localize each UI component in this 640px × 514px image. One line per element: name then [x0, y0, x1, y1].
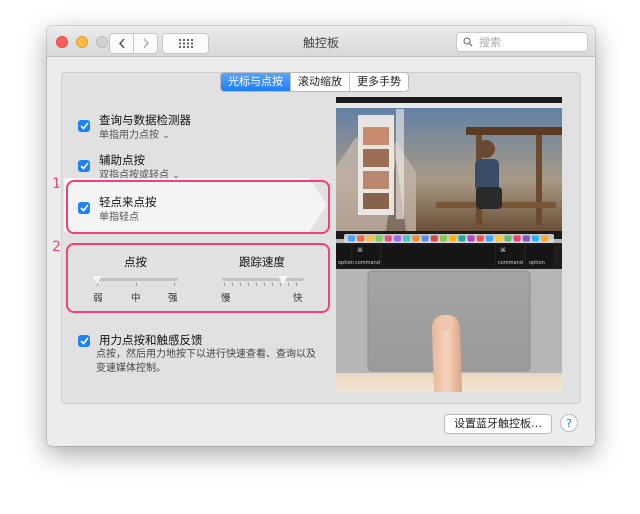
tracking-tick [240, 283, 241, 286]
click-tick [174, 283, 175, 286]
click-max-label: 强 [168, 293, 178, 304]
tracking-max-label: 快 [293, 293, 303, 304]
tracking-min-label: 慢 [221, 293, 231, 304]
tap-to-click-checkbox[interactable] [78, 202, 90, 214]
checkmark-icon [79, 122, 89, 130]
dock-app-icon [421, 235, 429, 242]
title-bar: 触控板 [47, 26, 595, 57]
tab-point-click[interactable]: 光标与点按 [221, 73, 290, 91]
checkmark-icon [79, 204, 89, 212]
preview-illustration: option ⌘ command ⌘ command option [336, 97, 562, 392]
preview-key-label: option [529, 260, 545, 266]
click-tick [136, 283, 137, 286]
dock-app-icon [467, 235, 475, 242]
checkmark-icon [79, 337, 89, 345]
dock-app-icon [513, 235, 521, 242]
dock-app-icon [412, 235, 420, 242]
dock-app-icon [541, 235, 549, 242]
preview-key-symbol: ⌘ [500, 247, 506, 254]
tracking-tick [296, 283, 297, 286]
chevron-down-icon: ⌄ [162, 131, 170, 141]
dock-app-icon [348, 235, 355, 242]
preview-key-label: option [338, 260, 354, 266]
click-min-label: 弱 [93, 293, 103, 304]
dock-app-icon [495, 235, 503, 242]
tracking-tick [288, 283, 289, 286]
force-click-checkbox[interactable] [78, 335, 90, 347]
dock-app-icon [394, 235, 401, 242]
lookup-subtitle: 单指用力点按 [99, 130, 159, 141]
tracking-tick [264, 283, 265, 286]
dock-app-icon [375, 235, 383, 242]
force-click-description: 点按，然后用力地按下以进行快速查看、查询以及变速媒体控制。 [96, 349, 316, 374]
dock-app-icon [430, 235, 438, 242]
search-input[interactable] [477, 34, 576, 50]
dock-app-icon [366, 235, 374, 242]
dock-app-icon [476, 235, 484, 242]
tracking-tick [248, 283, 249, 286]
tracking-tick [256, 283, 257, 286]
dock-app-icon [449, 235, 457, 242]
annotation-number-2: 2 [52, 239, 61, 255]
secondary-click-checkbox[interactable] [78, 160, 90, 172]
preview-key-label: command [355, 260, 380, 266]
dock-app-icon [458, 235, 466, 242]
tab-scroll-zoom[interactable]: 滚动缩放 [290, 73, 349, 91]
dock-app-icon [504, 235, 512, 242]
search-field[interactable] [456, 32, 588, 52]
gesture-preview: option ⌘ command ⌘ command option [336, 97, 562, 392]
checkmark-icon [79, 162, 89, 170]
preview-key-symbol: ⌘ [357, 247, 363, 254]
lookup-subtitle-dropdown[interactable]: 单指用力点按 ⌄ [99, 126, 170, 141]
dock-app-icon [403, 235, 411, 242]
tracking-speed-slider[interactable] [222, 278, 304, 281]
tracking-tick [272, 283, 273, 286]
tap-to-click-subtitle: 单指轻点 [99, 212, 139, 223]
force-click-title: 用力点按和触感反馈 [99, 333, 203, 347]
dock-app-icon [440, 235, 447, 242]
tab-bar: 光标与点按 滚动缩放 更多手势 [220, 72, 409, 92]
tab-more-gestures[interactable]: 更多手势 [349, 73, 408, 91]
click-mid-label: 中 [131, 293, 141, 304]
tracking-tick [224, 283, 225, 286]
lookup-checkbox[interactable] [78, 120, 90, 132]
bluetooth-button-visible[interactable]: 设置蓝牙触控板… [444, 414, 552, 434]
click-slider-label: 点按 [124, 255, 147, 269]
dock-app-icon [486, 235, 493, 242]
click-slider-knob[interactable] [92, 276, 102, 284]
annotation-number-1: 1 [52, 176, 61, 192]
tracking-speed-knob[interactable] [278, 276, 288, 284]
search-icon [463, 37, 473, 47]
tracking-tick [232, 283, 233, 286]
dock-app-icon [384, 235, 392, 242]
click-slider[interactable] [94, 278, 178, 281]
preview-key-label: command [498, 260, 523, 266]
tracking-speed-label: 跟踪速度 [239, 255, 285, 269]
dock-app-icon [357, 235, 365, 242]
help-button-visible[interactable]: ? [560, 414, 578, 432]
dock-app-icon [522, 235, 530, 242]
dock-app-icon [532, 235, 539, 242]
